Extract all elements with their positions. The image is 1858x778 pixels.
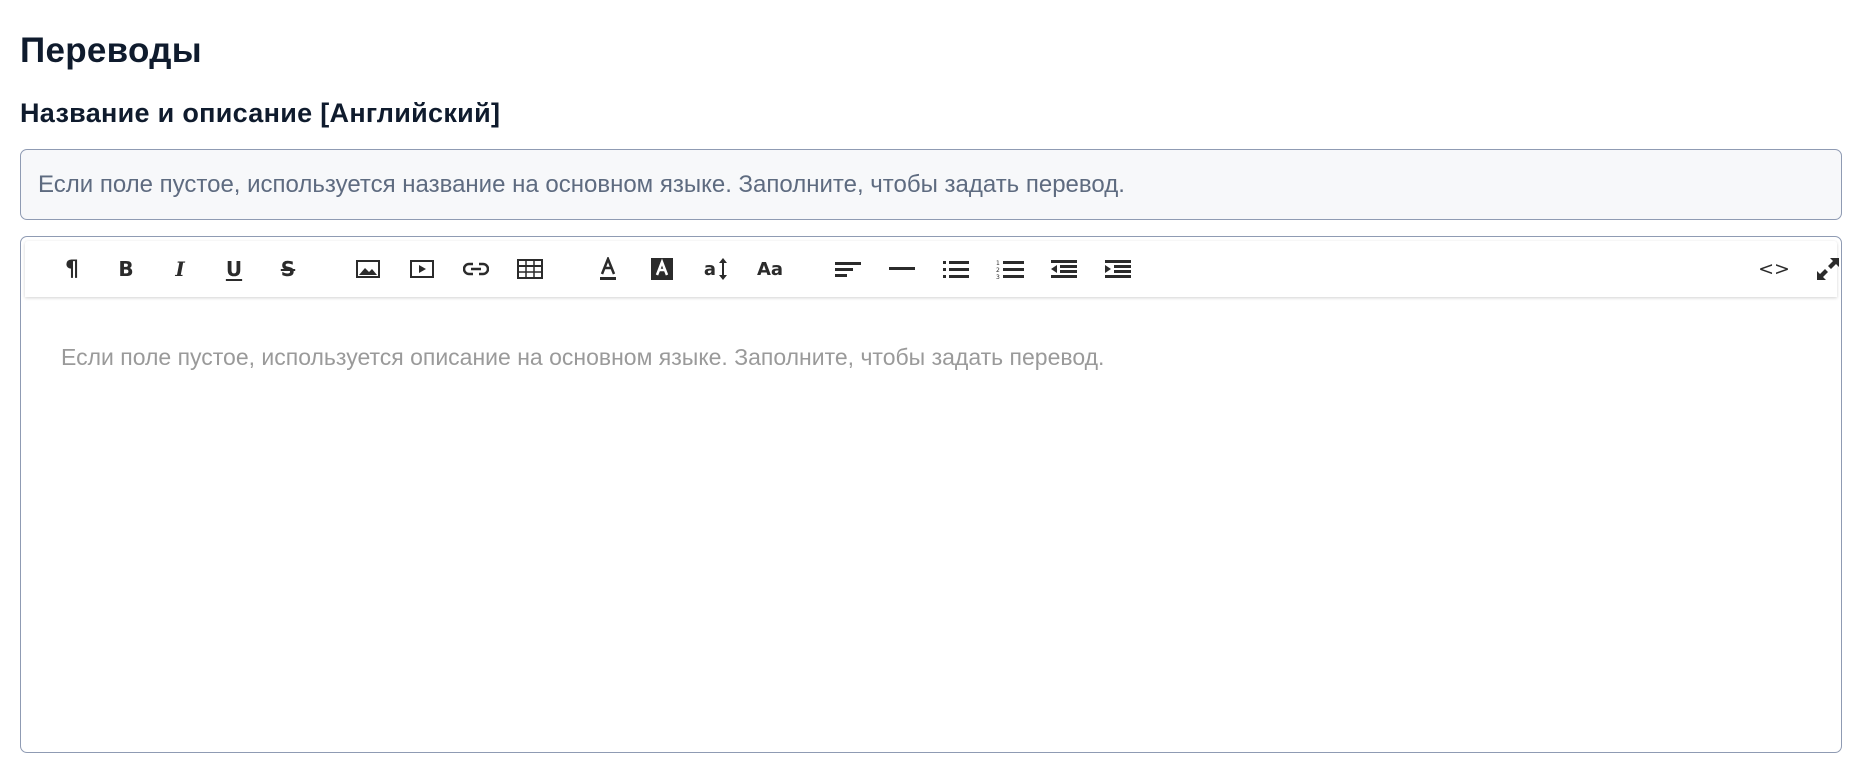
horizontal-rule-button[interactable] [881,248,923,290]
page-title: Переводы [20,31,202,70]
svg-text:3: 3 [996,274,1000,279]
image-icon [356,260,380,278]
outdent-icon [1051,260,1077,278]
editor-toolbar: ¶ B I U S a Aa 1 2 3 <> [25,241,1839,297]
font-size-label: a [703,258,717,280]
video-icon [410,260,434,278]
editor-placeholder: Если поле пустое, используется описание … [61,344,1105,370]
paragraph-format-button[interactable]: ¶ [51,248,93,290]
bulleted-list-icon [943,261,969,278]
insert-image-button[interactable] [347,248,389,290]
code-view-icon: <> [1758,258,1790,280]
bold-icon: B [118,257,134,281]
font-size-arrows-icon [719,258,728,280]
indent-button[interactable] [1097,248,1139,290]
italic-icon: I [175,257,185,281]
numbered-list-button[interactable]: 1 2 3 [989,248,1031,290]
bold-button[interactable]: B [105,248,147,290]
indent-icon [1105,260,1131,278]
fullscreen-button[interactable] [1807,248,1841,290]
translated-name-input[interactable] [20,149,1842,220]
insert-video-button[interactable] [401,248,443,290]
background-color-icon [651,258,673,280]
description-editor: ¶ B I U S a Aa 1 2 3 <> Если поле пустое… [20,236,1842,753]
font-color-button[interactable] [587,248,629,290]
svg-text:2: 2 [996,267,1000,274]
outdent-button[interactable] [1043,248,1085,290]
font-size-button[interactable]: a [695,248,737,290]
horizontal-rule-icon [889,267,915,270]
numbered-list-icon: 1 2 3 [996,260,1024,279]
insert-link-button[interactable] [455,248,497,290]
strikethrough-icon: S [280,257,296,281]
code-view-button[interactable]: <> [1753,248,1795,290]
align-button[interactable] [827,248,869,290]
font-family-button[interactable]: Aa [749,248,791,290]
link-icon [463,262,489,276]
font-family-label: Aa [756,258,784,280]
insert-table-button[interactable] [509,248,551,290]
svg-text:1: 1 [996,260,1000,267]
section-title: Название и описание [Английский] [20,98,501,128]
fullscreen-icon [1817,258,1839,280]
bulleted-list-button[interactable] [935,248,977,290]
italic-button[interactable]: I [159,248,201,290]
strikethrough-button[interactable]: S [267,248,309,290]
paragraph-icon: ¶ [65,256,79,282]
translations-page: Переводы Название и описание [Английский… [0,0,1858,778]
table-icon [517,259,543,279]
underline-button[interactable]: U [213,248,255,290]
editor-content-area[interactable]: Если поле пустое, используется описание … [25,299,1837,748]
underline-icon: U [225,257,243,281]
align-left-icon [835,262,861,277]
font-color-icon [600,257,616,280]
background-color-button[interactable] [641,248,683,290]
